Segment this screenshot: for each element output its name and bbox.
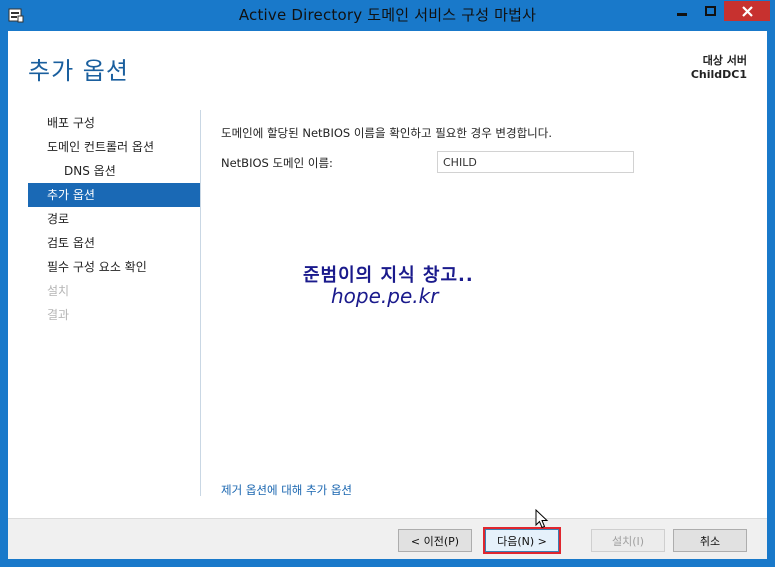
title-bar[interactable]: Active Directory 도메인 서비스 구성 마법사 [0,0,775,30]
minimize-button[interactable] [668,1,696,21]
nav-item-prerequisites-check[interactable]: 필수 구성 요소 확인 [28,255,200,279]
wizard-footer: < 이전(P) 다음(N) > 설치(I) 취소 [8,518,767,559]
netbios-domain-name-label: NetBIOS 도메인 이름: [221,156,333,170]
netbios-domain-name-input[interactable] [437,151,634,173]
nav-item-dns-options[interactable]: DNS 옵션 [28,159,200,183]
nav-item-review-options[interactable]: 검토 옵션 [28,231,200,255]
nav-item-installation: 설치 [47,284,70,298]
maximize-button[interactable] [696,1,724,21]
nav-item-results: 결과 [47,308,70,322]
wizard-window: Active Directory 도메인 서비스 구성 마법사 추가 옵션 대상… [0,0,775,567]
nav-item-deployment-config[interactable]: 배포 구성 [28,111,200,135]
install-button: 설치(I) [591,529,665,552]
nav-item-additional-options[interactable]: 추가 옵션 [28,183,200,207]
target-server-name: ChildDC1 [690,68,747,81]
target-server-label: 대상 서버 [702,54,747,67]
page-title: 추가 옵션 [28,57,129,85]
mouse-cursor-icon [535,509,549,529]
maximize-icon [704,6,716,16]
close-button[interactable] [724,1,770,21]
minimize-icon [677,13,687,16]
nav-item-dc-options[interactable]: 도메인 컨트롤러 옵션 [28,135,200,159]
more-about-options-link[interactable]: 제거 옵션에 대해 추가 옵션 [221,482,352,498]
close-icon [741,5,753,17]
previous-button[interactable]: < 이전(P) [398,529,472,552]
next-button[interactable]: 다음(N) > [483,527,561,554]
nav-item-paths[interactable]: 경로 [28,207,200,231]
cancel-button[interactable]: 취소 [673,529,747,552]
nav-divider [200,110,201,496]
wizard-client-area: 추가 옵션 대상 서버 ChildDC1 배포 구성 도메인 컨트롤러 옵션 D… [8,31,767,559]
window-title: Active Directory 도메인 서비스 구성 마법사 [238,6,537,24]
wizard-step-nav: 배포 구성 도메인 컨트롤러 옵션 DNS 옵션 추가 옵션 경로 검토 옵션 … [28,111,200,327]
watermark-url: hope.pe.kr [331,284,439,308]
page-description: 도메인에 할당된 NetBIOS 이름을 확인하고 필요한 경우 변경합니다. [221,126,552,140]
